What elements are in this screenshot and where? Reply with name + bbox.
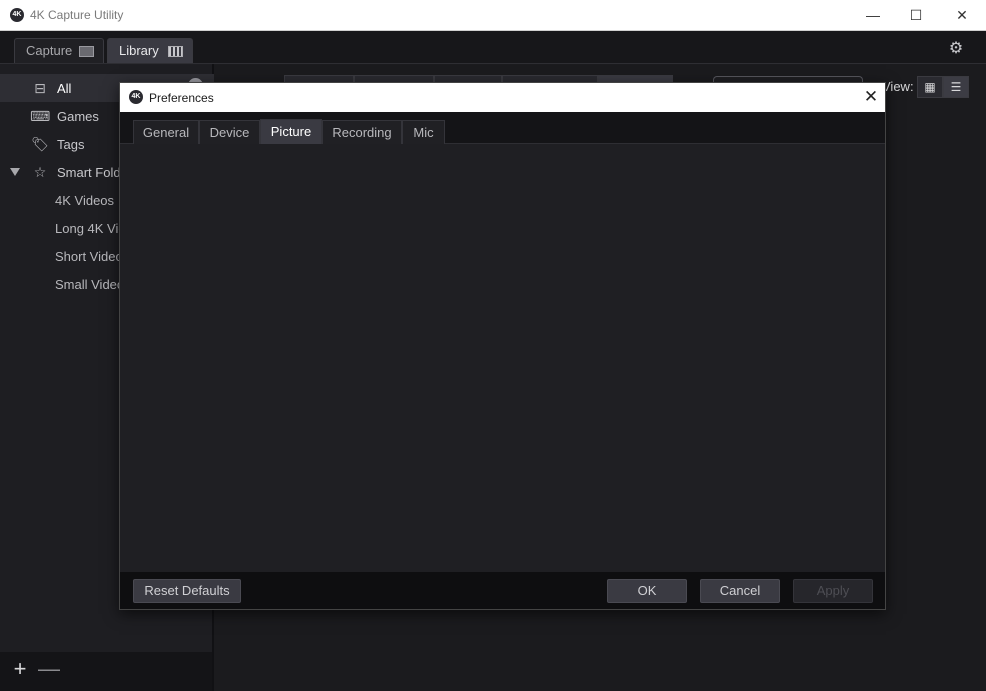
window-title-bar: 4K 4K Capture Utility — ☐ ✕ — [0, 0, 986, 31]
tab-picture[interactable]: Picture — [260, 119, 322, 144]
sidebar-item-label: All — [57, 81, 72, 96]
tab-library[interactable]: Library — [107, 38, 193, 63]
picture-settings-panel — [120, 144, 885, 572]
tab-library-label: Library — [119, 43, 159, 58]
cancel-button[interactable]: Cancel — [700, 579, 780, 603]
tab-mic[interactable]: Mic — [402, 120, 445, 144]
minimize-button[interactable]: — — [850, 0, 896, 31]
collapse-arrow-icon[interactable] — [10, 168, 20, 176]
preferences-dialog: 4K Preferences ✕ General Device Picture … — [119, 82, 886, 610]
close-window-button[interactable]: ✕ — [939, 0, 985, 31]
dialog-button-bar: Reset Defaults OK Cancel Apply — [120, 572, 885, 609]
app-logo-icon: 4K — [129, 90, 143, 104]
tab-device[interactable]: Device — [199, 120, 260, 144]
inbox-icon: ⊟ — [34, 80, 46, 96]
gamepad-icon: ⌨ — [30, 108, 51, 124]
maximize-button[interactable]: ☐ — [893, 0, 939, 31]
app-logo-icon: 4K — [10, 8, 24, 22]
grid-view-button[interactable]: ▦ — [917, 76, 943, 98]
dialog-title-bar: 4K Preferences ✕ — [120, 83, 885, 112]
view-label: View: — [882, 79, 914, 94]
window-title: 4K Capture Utility — [30, 8, 124, 22]
gear-icon[interactable]: ⚙ — [947, 40, 965, 58]
add-folder-button[interactable]: + — [9, 656, 31, 682]
reset-defaults-button[interactable]: Reset Defaults — [133, 579, 241, 603]
remove-folder-button[interactable]: — — [38, 656, 60, 682]
sidebar-footer: + — — [0, 652, 212, 691]
list-view-button[interactable]: ☰ — [943, 76, 969, 98]
list-view-icon — [168, 46, 183, 57]
tab-recording[interactable]: Recording — [322, 120, 402, 144]
star-folder-icon: ☆ — [33, 164, 47, 180]
sidebar-item-label: Tags — [57, 137, 85, 152]
sidebar-item-label: Games — [57, 109, 99, 124]
preferences-tab-bar: General Device Picture Recording Mic — [120, 112, 885, 144]
tab-general[interactable]: General — [133, 120, 199, 144]
main-tab-bar: Capture Library ⚙ — [0, 31, 986, 64]
tab-capture-label: Capture — [26, 43, 73, 58]
close-dialog-button[interactable]: ✕ — [860, 86, 882, 108]
ok-button[interactable]: OK — [607, 579, 687, 603]
sidebar-item-label: 4K Videos — [55, 193, 115, 208]
apply-button[interactable]: Apply — [793, 579, 873, 603]
tag-icon: 🏷 — [31, 136, 49, 152]
tab-capture[interactable]: Capture — [14, 38, 104, 63]
dialog-title: Preferences — [149, 91, 214, 105]
monitor-icon — [79, 46, 94, 57]
